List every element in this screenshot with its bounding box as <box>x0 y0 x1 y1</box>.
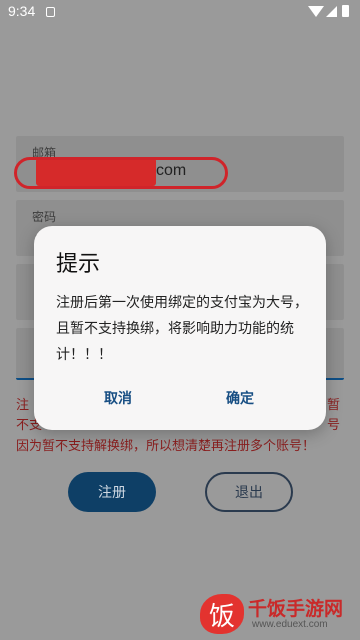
confirm-button[interactable]: 确定 <box>200 384 280 414</box>
watermark-title: 千饭手游网 <box>248 598 344 620</box>
sim-card-icon <box>46 7 55 17</box>
battery-icon <box>342 5 349 17</box>
exit-button[interactable]: 退出 <box>205 472 293 512</box>
highlight-ring <box>14 157 228 189</box>
warning-text: 因为暂不支持解换绑，所以想清楚再注册多个账号！ <box>16 439 316 454</box>
register-button[interactable]: 注册 <box>68 472 156 512</box>
status-time: 9:34 <box>8 3 36 19</box>
watermark-url: www.eduext.com <box>252 619 328 630</box>
wifi-icon <box>308 6 324 17</box>
warning-text-fragment: 暂 <box>327 398 341 413</box>
status-bar: 9:34 <box>0 0 360 24</box>
cancel-button[interactable]: 取消 <box>78 384 158 414</box>
signal-icon <box>326 6 337 17</box>
dialog-message: 注册后第一次使用绑定的支付宝为大号，且暂不支持换绑，将影响助力功能的统计！！！ <box>56 295 308 363</box>
alert-dialog: 提示 注册后第一次使用绑定的支付宝为大号，且暂不支持换绑，将影响助力功能的统计！… <box>34 226 326 430</box>
password-label: 密码 <box>32 210 57 224</box>
watermark: 饭 千饭手游网 www.eduext.com <box>196 594 356 634</box>
dialog-title: 提示 <box>56 252 101 277</box>
warning-text-fragment: 注 <box>16 398 30 413</box>
watermark-logo: 饭 <box>200 594 244 634</box>
warning-text-fragment: 号 <box>327 418 341 433</box>
